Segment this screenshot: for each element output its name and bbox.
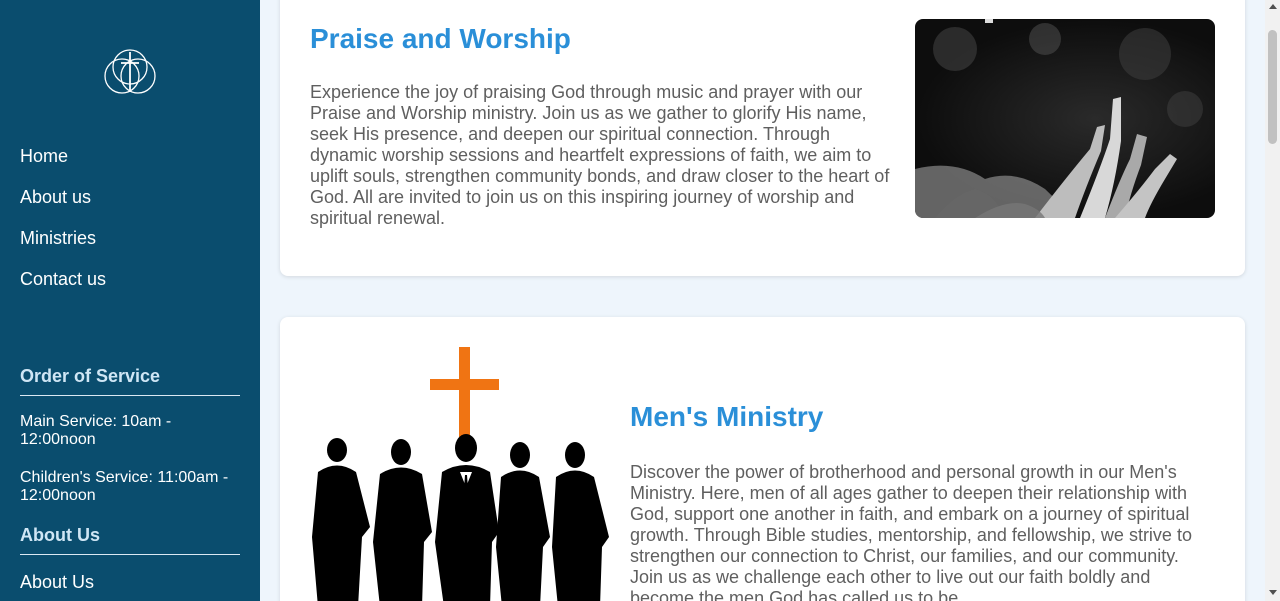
about-us-heading: About Us (20, 525, 240, 555)
children-service-text: Children's Service: 11:00am - 12:00noon (20, 469, 229, 504)
nav-contact-us[interactable]: Contact us (20, 267, 240, 308)
order-of-service-heading: Order of Service (20, 366, 240, 396)
nav-home[interactable]: Home (20, 144, 240, 185)
scroll-up-arrow-icon[interactable] (1269, 4, 1277, 9)
scroll-down-arrow-icon[interactable] (1269, 590, 1277, 595)
men-silhouette-cross-image (312, 347, 609, 601)
mens-ministry-card: Men's Ministry Discover the power of bro… (280, 317, 1245, 601)
main-service-text: Main Service: 10am - 12:00noon (20, 413, 172, 448)
nav-about-us[interactable]: About us (20, 185, 240, 226)
page-scrollbar[interactable] (1265, 0, 1280, 601)
worship-hands-photo (915, 19, 1215, 218)
praise-worship-description: Experience the joy of praising God throu… (310, 82, 890, 228)
about-us-link[interactable]: About Us (20, 572, 94, 593)
sidebar: Home About us Ministries Contact us Orde… (0, 0, 260, 601)
scroll-thumb[interactable] (1268, 30, 1277, 144)
mens-ministry-title: Men's Ministry (630, 401, 824, 432)
cross-circles-logo-icon[interactable] (100, 46, 160, 101)
praise-worship-card: Praise and Worship Experience the joy of… (280, 0, 1245, 276)
nav-ministries[interactable]: Ministries (20, 226, 240, 267)
praise-worship-title: Praise and Worship (310, 23, 571, 54)
main-nav: Home About us Ministries Contact us (20, 144, 240, 308)
mens-ministry-description: Discover the power of brotherhood and pe… (630, 462, 1192, 601)
